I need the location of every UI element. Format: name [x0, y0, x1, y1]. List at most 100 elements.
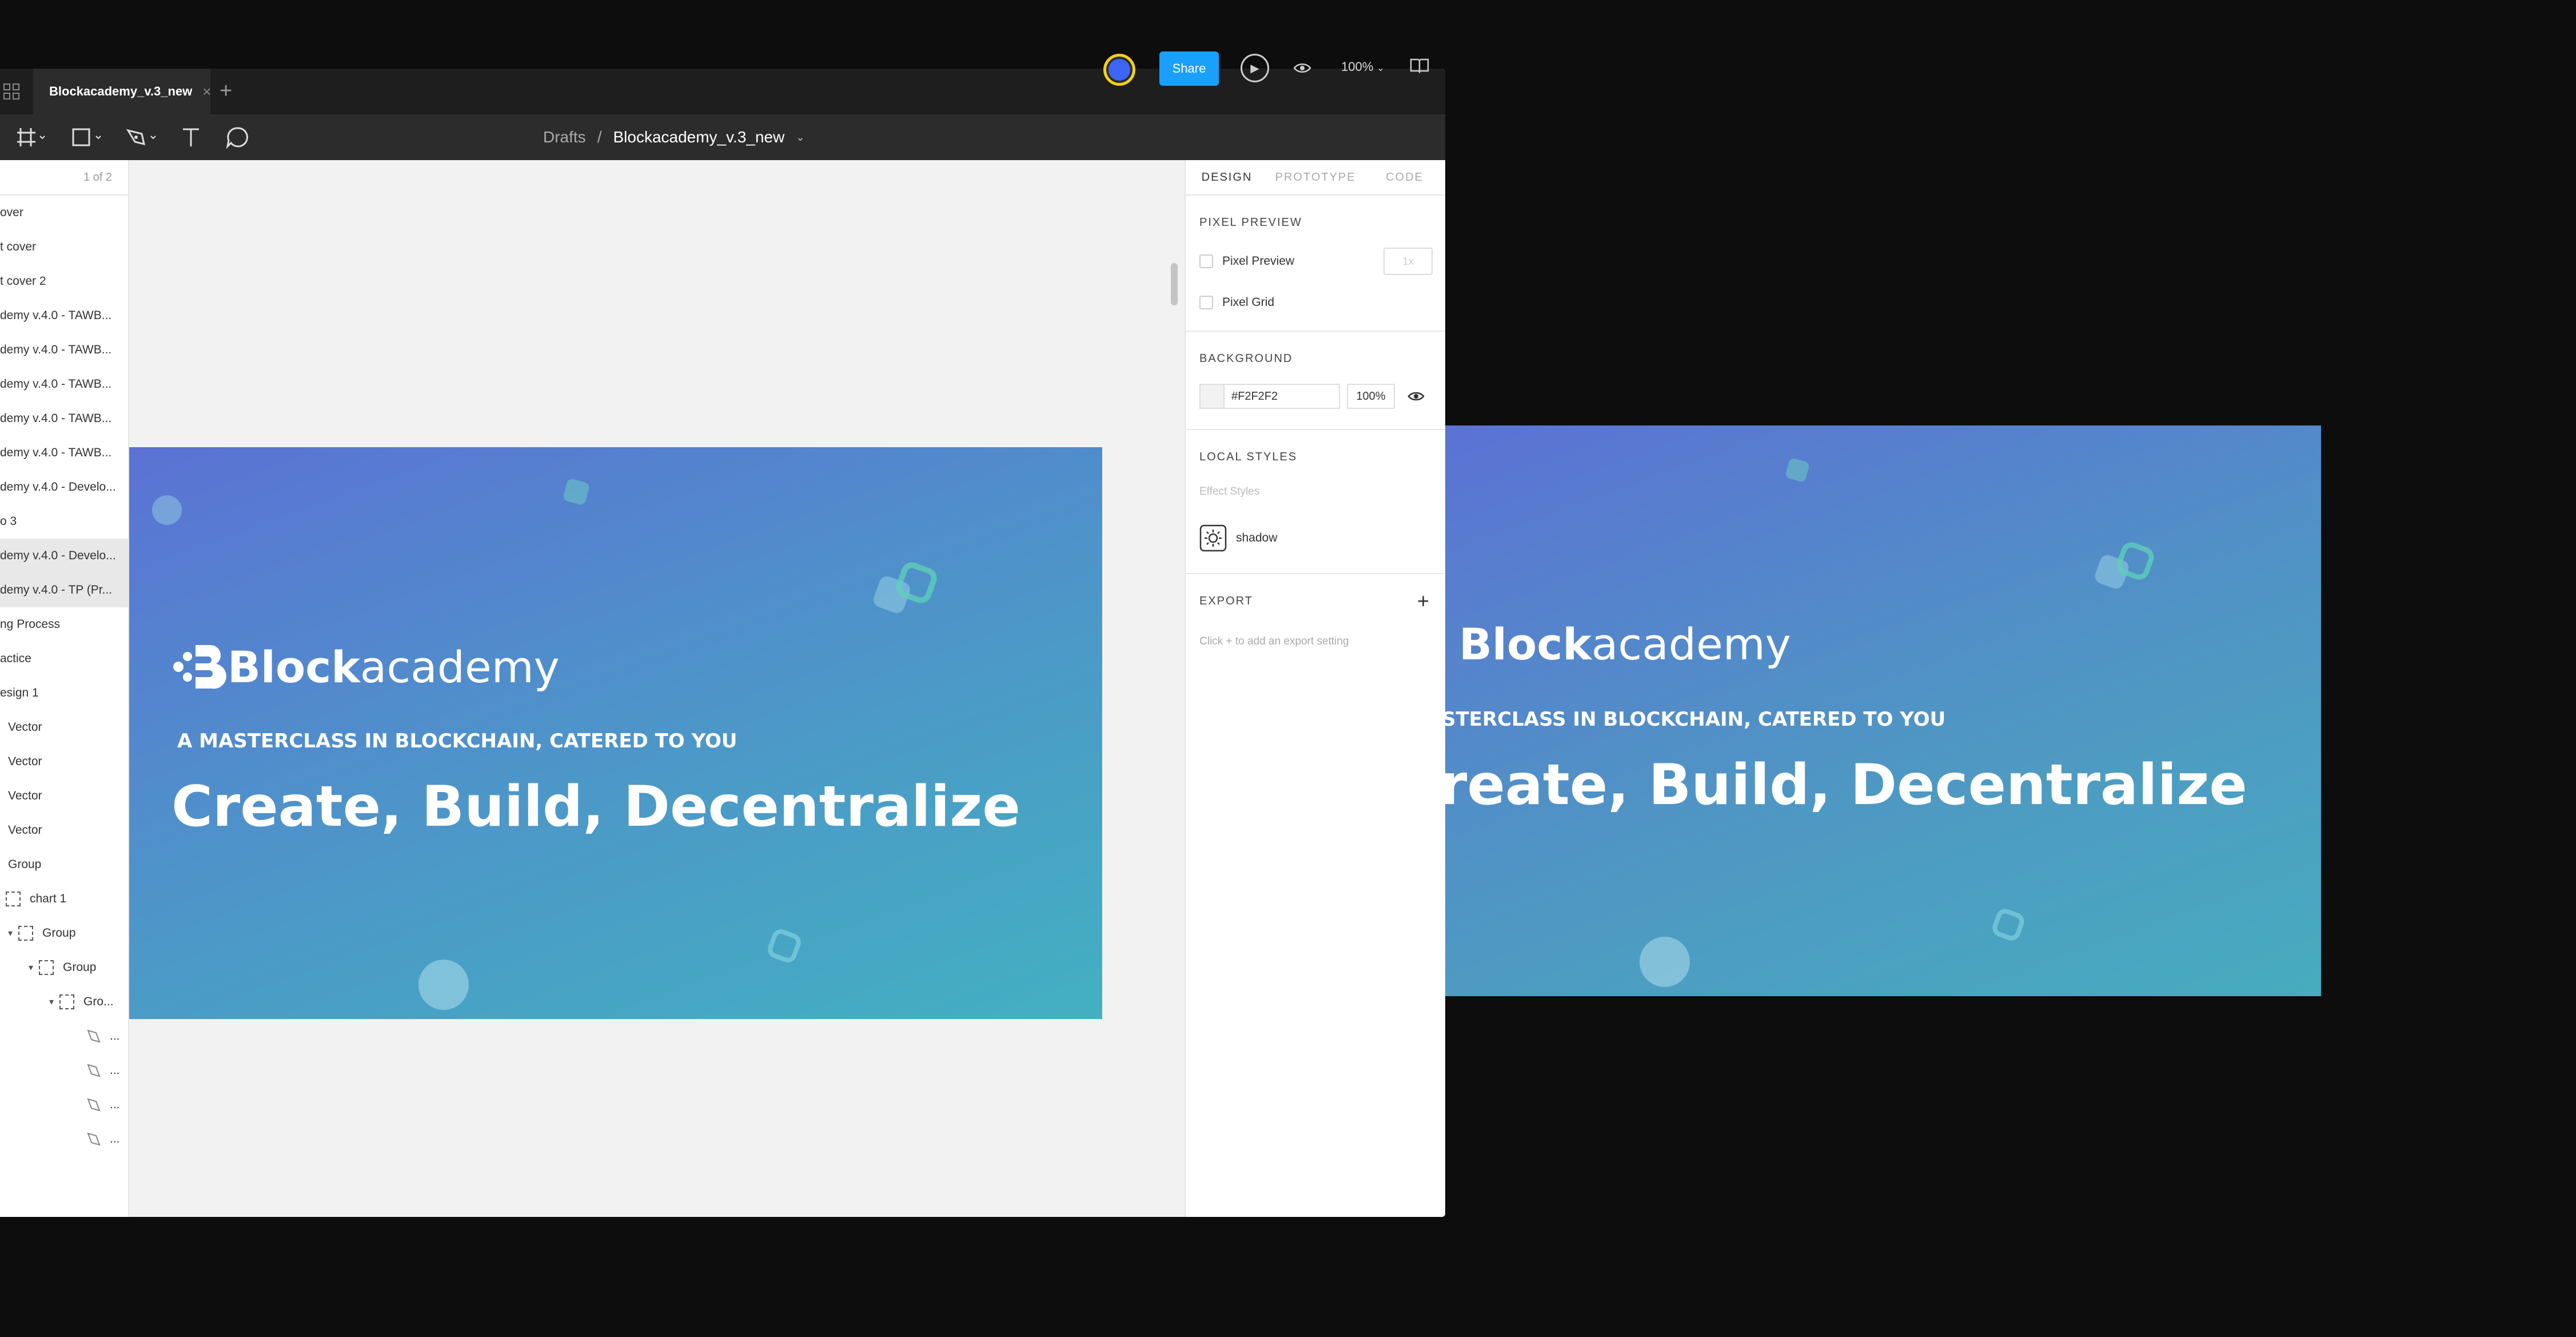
pages-indicator[interactable]: 1 of 2: [0, 160, 128, 196]
layer-label: demy v.4.0 - TAWB...: [0, 412, 112, 425]
layer-item[interactable]: over: [0, 196, 128, 230]
expand-caret-icon[interactable]: ▾: [49, 996, 54, 1008]
local-styles-title: LOCAL STYLES: [1199, 451, 1298, 463]
layer-label: o 3: [0, 515, 17, 528]
layer-item[interactable]: ...: [0, 1019, 128, 1053]
group-frame-icon: [18, 926, 34, 941]
share-button[interactable]: Share: [1159, 51, 1219, 86]
breadcrumb-file-name[interactable]: Blockacademy_v.3_new: [613, 128, 784, 146]
tab-code[interactable]: CODE: [1363, 160, 1445, 194]
layer-item[interactable]: esign 1: [0, 676, 128, 710]
tab-prototype[interactable]: PROTOTYPE: [1268, 160, 1363, 194]
style-item-shadow[interactable]: shadow: [1199, 524, 1433, 552]
export-title: EXPORT: [1199, 595, 1253, 607]
background-hex-input[interactable]: #F2F2F2: [1225, 384, 1340, 409]
user-avatar-icon: [1108, 59, 1130, 81]
layer-item[interactable]: ▾ Gro...: [0, 985, 128, 1019]
layer-item[interactable]: ...: [0, 1088, 128, 1122]
layer-item[interactable]: ...: [0, 1053, 128, 1088]
layer-item[interactable]: ...: [0, 1122, 128, 1156]
layer-item[interactable]: ng Process: [0, 607, 128, 642]
layer-item[interactable]: demy v.4.0 - Develo...: [0, 539, 128, 573]
background-title: BACKGROUND: [1199, 352, 1293, 365]
view-eye-icon[interactable]: [1293, 59, 1311, 79]
expand-caret-icon[interactable]: ▾: [29, 962, 33, 973]
layer-label: ...: [110, 1098, 120, 1111]
layer-label: demy v.4.0 - TAWB...: [0, 343, 112, 356]
layer-label: ...: [110, 1029, 120, 1042]
decorative-dot-large: [1640, 937, 1690, 987]
layer-item[interactable]: ▾ Group: [0, 950, 128, 985]
expand-caret-icon[interactable]: ▾: [8, 928, 13, 939]
local-styles-section: LOCAL STYLES Effect Styles shadow: [1186, 430, 1445, 574]
layer-label: demy v.4.0 - TAWB...: [0, 309, 112, 322]
text-tool-icon[interactable]: [180, 124, 202, 151]
layer-item[interactable]: demy v.4.0 - Develo...: [0, 470, 128, 504]
vertical-scrollbar[interactable]: [1171, 263, 1178, 305]
decorative-ring: [1992, 909, 2024, 941]
layer-item[interactable]: t cover: [0, 230, 128, 264]
user-avatar[interactable]: [1103, 54, 1135, 86]
present-play-icon[interactable]: ▶: [1241, 54, 1269, 82]
banner-headline: Create, Build, Decentralize: [172, 774, 1020, 839]
brand-light: academy: [360, 641, 560, 693]
tab-design[interactable]: DESIGN: [1186, 160, 1268, 194]
visibility-eye-icon[interactable]: [1407, 391, 1425, 402]
layer-item[interactable]: demy v.4.0 - TAWB...: [0, 367, 128, 401]
layer-item[interactable]: Vector: [0, 710, 128, 745]
app-grid-icon[interactable]: [3, 83, 19, 100]
close-tab-icon[interactable]: ×: [202, 83, 211, 101]
layer-label: ...: [110, 1064, 120, 1077]
preview-headline: reate, Build, Decentralize: [1445, 753, 2247, 818]
add-export-icon[interactable]: +: [1417, 589, 1429, 613]
layer-item[interactable]: demy v.4.0 - TAWB...: [0, 333, 128, 367]
decorative-cubes: [2095, 542, 2154, 589]
layer-item[interactable]: o 3: [0, 504, 128, 539]
layer-item[interactable]: demy v.4.0 - TP (Pr...: [0, 573, 128, 607]
layer-item[interactable]: demy v.4.0 - TAWB...: [0, 401, 128, 436]
layer-label: demy v.4.0 - TAWB...: [0, 377, 112, 391]
file-tab[interactable]: Blockacademy_v.3_new ×: [33, 69, 211, 114]
layer-item[interactable]: Vector: [0, 813, 128, 847]
layer-item[interactable]: Vector: [0, 745, 128, 779]
layer-item[interactable]: chart 1: [0, 882, 128, 916]
group-frame-icon: [59, 994, 75, 1009]
background-opacity-input[interactable]: 100%: [1347, 384, 1395, 409]
layer-item[interactable]: demy v.4.0 - TAWB...: [0, 299, 128, 333]
layer-item[interactable]: demy v.4.0 - TAWB...: [0, 436, 128, 470]
decorative-dot-large: [418, 960, 469, 1010]
pen-tool-icon[interactable]: [125, 124, 161, 151]
chevron-down-icon[interactable]: ⌄: [796, 132, 804, 144]
tab-bar: Blockacademy_v.3_new × +: [0, 69, 1445, 114]
decorative-ring: [768, 929, 801, 962]
vector-shape-icon: [87, 1132, 101, 1146]
layer-label: Vector: [8, 755, 42, 768]
layer-label: ng Process: [0, 618, 61, 631]
layer-label: t cover: [0, 240, 37, 253]
shape-tool-icon[interactable]: [71, 124, 105, 151]
layer-label: Vector: [8, 721, 42, 734]
pixel-grid-checkbox[interactable]: [1199, 296, 1213, 309]
preview-brand-light: academy: [1591, 619, 1791, 670]
zoom-level[interactable]: 100% ⌄: [1341, 59, 1385, 74]
background-section: BACKGROUND #F2F2F2 100%: [1186, 332, 1445, 430]
layer-item[interactable]: t cover 2: [0, 264, 128, 299]
comment-tool-icon[interactable]: [225, 124, 250, 151]
breadcrumb: Drafts / Blockacademy_v.3_new ⌄: [543, 128, 804, 146]
frame-tool-icon[interactable]: [16, 124, 46, 151]
pixel-preview-checkbox[interactable]: [1199, 254, 1213, 268]
library-book-icon[interactable]: [1410, 57, 1429, 78]
layer-label: demy v.4.0 - TAWB...: [0, 446, 112, 459]
layer-item[interactable]: Group: [0, 847, 128, 882]
pixel-preview-section: PIXEL PREVIEW Pixel Preview 1x Pixel Gri…: [1186, 196, 1445, 332]
layer-item[interactable]: Vector: [0, 779, 128, 813]
layer-item[interactable]: actice: [0, 642, 128, 676]
background-swatch[interactable]: [1199, 384, 1225, 409]
layer-item[interactable]: ▾ Group: [0, 916, 128, 950]
new-tab-icon[interactable]: +: [220, 79, 232, 104]
canvas-frame-banner[interactable]: Blockacademy A MASTERCLASS IN BLOCKCHAIN…: [129, 447, 1102, 1019]
pixel-scale-select[interactable]: 1x: [1383, 248, 1433, 275]
decorative-cube: [563, 479, 589, 505]
breadcrumb-drafts[interactable]: Drafts: [543, 128, 586, 146]
preview-brand-bold: Block: [1459, 619, 1592, 670]
